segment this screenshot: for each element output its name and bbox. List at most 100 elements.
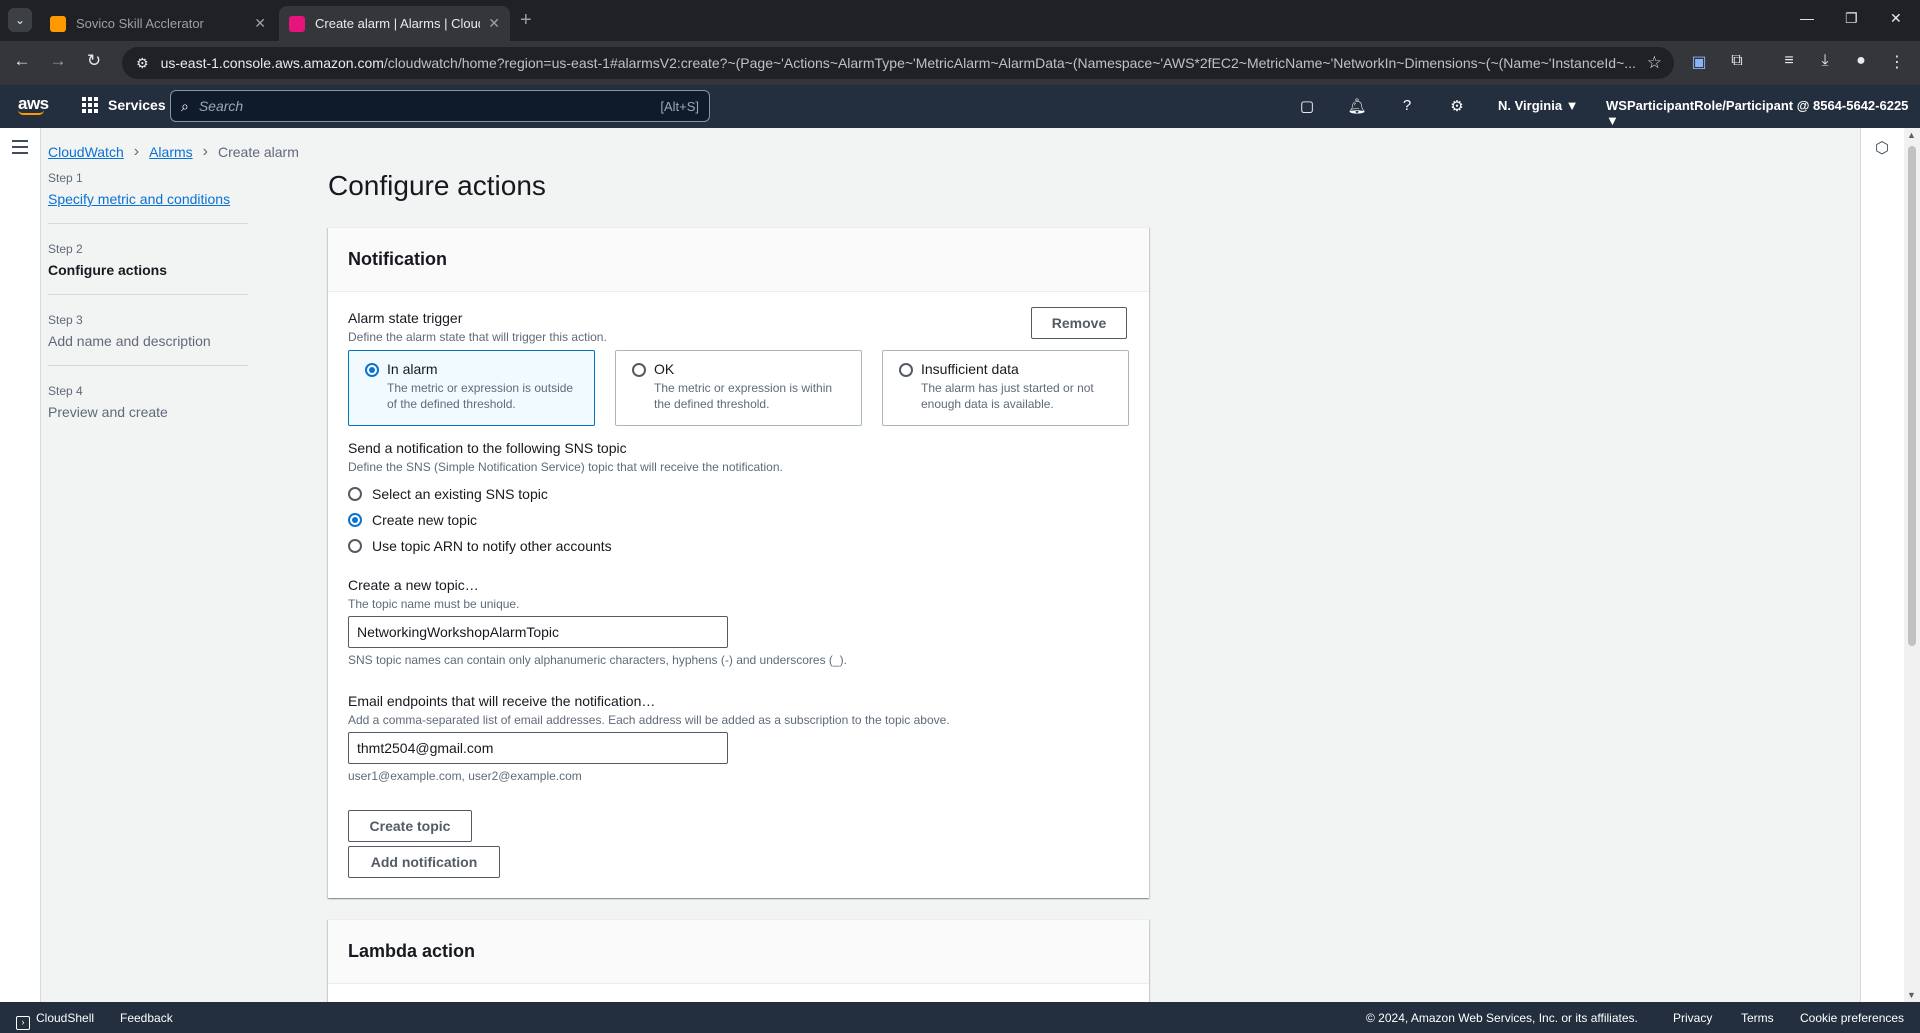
hamburger-menu-icon[interactable] (12, 140, 28, 158)
scrollbar-thumb[interactable] (1908, 146, 1916, 646)
aws-logo[interactable]: aws (18, 94, 49, 115)
browser-toolbar: ← → ↻ ⚙ us-east-1.console.aws.amazon.com… (0, 41, 1920, 85)
minimize-icon[interactable]: — (1800, 10, 1814, 26)
settings-gear-icon[interactable]: ⚙ (1446, 97, 1468, 115)
tile-title: OK (654, 361, 675, 377)
email-endpoints-field[interactable] (348, 732, 728, 764)
site-info-icon[interactable]: ⚙ (136, 55, 149, 72)
remove-button[interactable]: Remove (1031, 307, 1127, 339)
breadcrumb-alarms[interactable]: Alarms (149, 144, 193, 160)
privacy-link[interactable]: Privacy (1673, 1011, 1712, 1025)
breadcrumb-cloudwatch[interactable]: CloudWatch (48, 144, 124, 160)
wizard-steps: Step 1 Specify metric and conditions Ste… (48, 171, 248, 454)
new-tab-icon[interactable]: + (520, 8, 532, 32)
step-1-link[interactable]: Specify metric and conditions (48, 191, 248, 207)
browser-tab[interactable]: Sovico Skill Acclerator ✕ (40, 6, 276, 41)
chevron-right-icon: › (133, 143, 140, 160)
state-tile-insufficient-data[interactable]: Insufficient data The alarm has just sta… (882, 350, 1129, 426)
address-bar[interactable]: ⚙ us-east-1.console.aws.amazon.com/cloud… (122, 47, 1674, 79)
help-icon[interactable]: ? (1396, 97, 1418, 114)
cloudshell-label: CloudShell (36, 1011, 95, 1025)
wizard-step-4: Step 4 Preview and create (48, 384, 248, 436)
scroll-down-icon[interactable]: ▼ (1907, 990, 1916, 1000)
menu-dots-icon[interactable]: ⋮ (1886, 52, 1908, 72)
state-tile-ok[interactable]: OK The metric or expression is within th… (615, 350, 862, 426)
notification-heading: Notification (328, 228, 1149, 292)
bookmark-star-icon[interactable]: ☆ (1647, 53, 1662, 73)
forward-icon[interactable]: → (46, 51, 70, 71)
chevron-right-icon: › (202, 143, 208, 160)
sns-topic-desc: Define the SNS (Simple Notification Serv… (348, 460, 783, 474)
close-tab-icon[interactable]: ✕ (488, 15, 500, 32)
profile-icon[interactable]: ● (1850, 52, 1872, 70)
cloudshell-footer-button[interactable]: › CloudShell (16, 1011, 94, 1030)
sns-option-existing[interactable]: Select an existing SNS topic (348, 481, 612, 507)
tile-desc: The alarm has just started or not enough… (921, 381, 1094, 411)
notifications-bell-icon[interactable]: 🔔︎ (1346, 97, 1368, 115)
browser-tab-active[interactable]: Create alarm | Alarms | CloudW ✕ (279, 6, 510, 41)
restore-icon[interactable]: ❐ (1845, 10, 1858, 27)
console-footer: › CloudShell Feedback © 2024, Amazon Web … (0, 1002, 1920, 1033)
tile-desc: The metric or expression is outside of t… (387, 381, 574, 411)
sns-option-topic-arn[interactable]: Use topic ARN to notify other accounts (348, 533, 612, 559)
ok-radio[interactable] (632, 363, 646, 377)
tile-title: In alarm (387, 361, 438, 377)
create-topic-button[interactable]: Create topic (348, 810, 472, 842)
terms-link[interactable]: Terms (1741, 1011, 1774, 1025)
sns-topic-radio-group: Select an existing SNS topic Create new … (348, 481, 612, 559)
region-selector[interactable]: N. Virginia ▼ (1498, 98, 1579, 113)
radio-label: Create new topic (372, 512, 478, 528)
close-tab-icon[interactable]: ✕ (254, 15, 266, 32)
search-icon: ⌕ (181, 97, 189, 114)
wizard-step-3: Step 3 Add name and description (48, 313, 248, 366)
copyright-text: © 2024, Amazon Web Services, Inc. or its… (1366, 1011, 1638, 1025)
tools-rail: ⬡ (1860, 128, 1904, 1002)
search-input[interactable]: ⌕ Search [Alt+S] (170, 90, 710, 122)
lambda-action-panel: Lambda action (328, 919, 1149, 1002)
step-label: Step 3 (48, 313, 83, 327)
page-scrollbar[interactable]: ▲ ▼ (1904, 128, 1920, 1002)
radio-button[interactable] (348, 539, 362, 553)
browser-tab-bar: ⌄ Sovico Skill Acclerator ✕ Create alarm… (0, 0, 1920, 41)
feedback-link[interactable]: Feedback (120, 1011, 173, 1025)
tile-desc: The metric or expression is within the d… (654, 381, 833, 411)
topic-name-hint: SNS topic names can contain only alphanu… (348, 653, 847, 667)
alarm-state-tiles: In alarm The metric or expression is out… (348, 350, 1129, 426)
tab-title: Create alarm | Alarms | CloudW (315, 16, 481, 31)
scroll-up-icon[interactable]: ▲ (1907, 130, 1916, 140)
services-menu[interactable]: Services (82, 97, 166, 113)
radio-label: Select an existing SNS topic (372, 486, 548, 502)
extensions-icon[interactable]: ⧉ (1726, 52, 1748, 70)
tools-hexagon-icon[interactable]: ⬡ (1875, 138, 1889, 158)
grid-icon (82, 97, 98, 113)
insufficient-data-radio[interactable] (899, 363, 913, 377)
tab-search-icon[interactable]: ⌄ (8, 8, 32, 32)
step-label: Step 4 (48, 384, 83, 398)
radio-button[interactable] (348, 513, 362, 527)
reload-icon[interactable]: ↻ (82, 51, 106, 71)
add-notification-button[interactable]: Add notification (348, 846, 500, 878)
wizard-step-1: Step 1 Specify metric and conditions (48, 171, 248, 224)
cookie-preferences-link[interactable]: Cookie preferences (1800, 1011, 1904, 1025)
aws-logo-text: aws (18, 94, 49, 113)
search-placeholder: Search (198, 98, 244, 114)
new-topic-label: Create a new topic… (348, 577, 479, 593)
cloudshell-icon[interactable]: ▢ (1296, 97, 1318, 115)
email-endpoints-label: Email endpoints that will receive the no… (348, 693, 656, 709)
step-label: Step 1 (48, 171, 83, 185)
state-tile-in-alarm[interactable]: In alarm The metric or expression is out… (348, 350, 595, 426)
sns-topic-label: Send a notification to the following SNS… (348, 440, 627, 456)
in-alarm-radio[interactable] (365, 363, 379, 377)
translate-icon[interactable]: ▣ (1688, 52, 1710, 72)
back-icon[interactable]: ← (10, 51, 34, 71)
sns-option-create-new[interactable]: Create new topic (348, 507, 612, 533)
radio-button[interactable] (348, 487, 362, 501)
aws-top-nav: aws Services ⌕ Search [Alt+S] ▢ 🔔︎ ? ⚙ N… (0, 85, 1920, 128)
breadcrumb: CloudWatch › Alarms › Create alarm (48, 143, 299, 161)
media-icon[interactable]: ≡ (1778, 52, 1800, 70)
step-label: Step 2 (48, 242, 83, 256)
download-icon[interactable]: ⤓ (1814, 52, 1836, 70)
close-window-icon[interactable]: ✕ (1890, 10, 1902, 27)
account-menu[interactable]: WSParticipantRole/Participant @ 8564-564… (1606, 98, 1920, 128)
topic-name-field[interactable] (348, 616, 728, 648)
